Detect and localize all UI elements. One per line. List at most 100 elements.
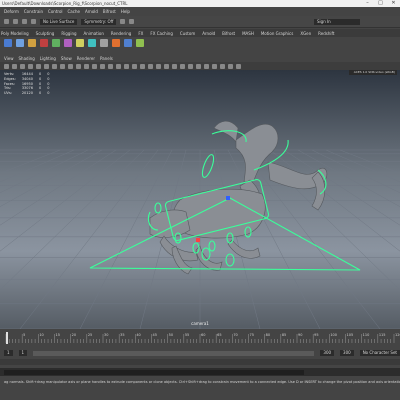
- panel-tool-icon[interactable]: [28, 63, 33, 69]
- shelf-tool-icon[interactable]: [136, 39, 144, 47]
- time-slider[interactable]: 5 10 15 20 25 30 35 40 45 50 55 60 65 70 75 80 85 90 95 100…: [0, 330, 400, 347]
- panel-menu-panels[interactable]: Panels: [100, 56, 113, 61]
- panel-menu-renderer[interactable]: Renderer: [77, 56, 95, 61]
- scorpion-mesh[interactable]: [149, 120, 328, 275]
- menu-control[interactable]: Control: [48, 9, 62, 14]
- menu-cache[interactable]: Cache: [68, 9, 80, 14]
- tab-bifrost[interactable]: Bifrost: [222, 31, 235, 36]
- maximize-button[interactable]: □: [374, 0, 387, 7]
- panel-tool-icon[interactable]: [156, 63, 161, 69]
- shelf-tool-icon[interactable]: [28, 39, 36, 47]
- character-set-dropdown[interactable]: No Character Set: [359, 350, 400, 356]
- snap-point-icon[interactable]: [31, 19, 36, 24]
- tab-custom[interactable]: Custom: [180, 31, 195, 36]
- shelf-tool-icon[interactable]: [76, 39, 84, 47]
- panel-tool-icon[interactable]: [124, 63, 129, 69]
- tab-xgen[interactable]: XGen: [300, 31, 311, 36]
- live-surface-field[interactable]: No Live Surface: [40, 18, 78, 25]
- sign-in-button[interactable]: Sign In: [314, 18, 360, 25]
- panel-tool-icon[interactable]: [180, 63, 185, 69]
- menu-bifrost[interactable]: Bifrost: [103, 9, 116, 14]
- close-button[interactable]: ✕: [387, 0, 400, 7]
- panel-tool-icon[interactable]: [84, 63, 89, 69]
- menu-deform[interactable]: Deform: [4, 9, 19, 14]
- panel-tool-icon[interactable]: [164, 63, 169, 69]
- panel-tool-icon[interactable]: [132, 63, 137, 69]
- panel-tool-icon[interactable]: [140, 63, 145, 69]
- panel-menu-view[interactable]: View: [4, 56, 14, 61]
- tab-rigging[interactable]: Rigging: [61, 31, 76, 36]
- tab-sculpting[interactable]: Sculpting: [36, 31, 55, 36]
- panel-tool-icon[interactable]: [44, 63, 49, 69]
- panel-tool-icon[interactable]: [4, 63, 9, 69]
- shelf-tool-icon[interactable]: [88, 39, 96, 47]
- panel-tool-icon[interactable]: [68, 63, 73, 69]
- shelf-tool-icon[interactable]: [4, 39, 12, 47]
- panel-tool-icon[interactable]: [196, 63, 201, 69]
- leg-control-1[interactable]: [154, 202, 162, 214]
- leg-control-4[interactable]: [208, 240, 216, 252]
- panel-tool-icon[interactable]: [92, 63, 97, 69]
- panel-tool-icon[interactable]: [12, 63, 17, 69]
- tab-redshift[interactable]: Redshift: [318, 31, 334, 36]
- tail-control-1[interactable]: [200, 153, 216, 178]
- shelf-tool-icon[interactable]: [16, 39, 24, 47]
- range-start-field[interactable]: 1: [18, 350, 28, 356]
- render-icon[interactable]: [120, 19, 126, 24]
- panel-tool-icon[interactable]: [204, 63, 209, 69]
- panel-tool-icon[interactable]: [148, 63, 153, 69]
- symmetry-dropdown[interactable]: Symmetry: Off: [81, 18, 117, 25]
- tab-fx-caching[interactable]: FX Caching: [150, 31, 172, 36]
- shelf-tool-icon[interactable]: [112, 39, 120, 47]
- tab-motion-graphics[interactable]: Motion Graphics: [261, 31, 294, 36]
- panel-tool-icon[interactable]: [76, 63, 81, 69]
- time-ruler[interactable]: 5 10 15 20 25 30 35 40 45 50 55 60 65 70 75 80 85 90 95 100…: [0, 330, 400, 347]
- tab-animation[interactable]: Animation: [84, 31, 104, 36]
- panel-tool-icon[interactable]: [188, 63, 193, 69]
- tab-poly-modeling[interactable]: Poly Modeling: [1, 31, 29, 36]
- minimize-button[interactable]: –: [361, 0, 374, 7]
- tab-fx[interactable]: FX: [138, 31, 143, 36]
- window-controls: – □ ✕: [361, 0, 400, 7]
- shelf-tool-icon[interactable]: [100, 39, 108, 47]
- snap-curve-icon[interactable]: [22, 19, 27, 24]
- panel-menu-lighting[interactable]: Lighting: [40, 56, 56, 61]
- command-line[interactable]: [0, 368, 400, 376]
- range-end-field[interactable]: 300: [320, 350, 335, 356]
- panel-tool-icon[interactable]: [100, 63, 105, 69]
- tab-rendering[interactable]: Rendering: [111, 31, 131, 36]
- leg-control-8[interactable]: [225, 253, 235, 267]
- tab-arnold[interactable]: Arnold: [202, 31, 215, 36]
- panel-tool-icon[interactable]: [228, 63, 233, 69]
- snap-grid-icon[interactable]: [13, 19, 18, 24]
- panel-tool-icon[interactable]: [116, 63, 121, 69]
- panel-tool-icon[interactable]: [108, 63, 113, 69]
- menu-constrain[interactable]: Constrain: [24, 9, 43, 14]
- hud-row: UVs: 20120 0 0: [4, 91, 55, 96]
- menu-arnold[interactable]: Arnold: [85, 9, 98, 14]
- menu-help[interactable]: Help: [121, 9, 130, 14]
- panel-tool-icon[interactable]: [172, 63, 177, 69]
- panel-menu-shading[interactable]: Shading: [19, 56, 35, 61]
- panel-tool-icon[interactable]: [212, 63, 217, 69]
- select-mode-icon[interactable]: [4, 19, 9, 24]
- panel-tool-icon[interactable]: [20, 63, 25, 69]
- panel-tool-icon[interactable]: [236, 63, 241, 69]
- panel-tool-icon[interactable]: [36, 63, 41, 69]
- panel-tool-icon[interactable]: [52, 63, 57, 69]
- command-input[interactable]: [4, 369, 304, 375]
- shelf-tool-icon[interactable]: [52, 39, 60, 47]
- range-slider[interactable]: [33, 350, 315, 356]
- panel-tool-icon[interactable]: [60, 63, 65, 69]
- shelf-tool-icon[interactable]: [64, 39, 72, 47]
- current-frame-marker[interactable]: [6, 332, 8, 344]
- shelf-tool-icon[interactable]: [124, 39, 132, 47]
- end-frame-field[interactable]: 300: [340, 350, 354, 356]
- panel-tool-icon[interactable]: [220, 63, 225, 69]
- tab-mash[interactable]: MASH: [242, 31, 254, 36]
- panel-menu-show[interactable]: Show: [61, 56, 72, 61]
- viewport-3d[interactable]: ACES 1.0 SDR-video (sRGB) Verts: 16444 0 0 E…: [0, 70, 400, 329]
- shelf-tool-icon[interactable]: [40, 39, 48, 47]
- start-frame-field[interactable]: 1: [4, 350, 13, 356]
- ipr-icon[interactable]: [129, 19, 135, 24]
